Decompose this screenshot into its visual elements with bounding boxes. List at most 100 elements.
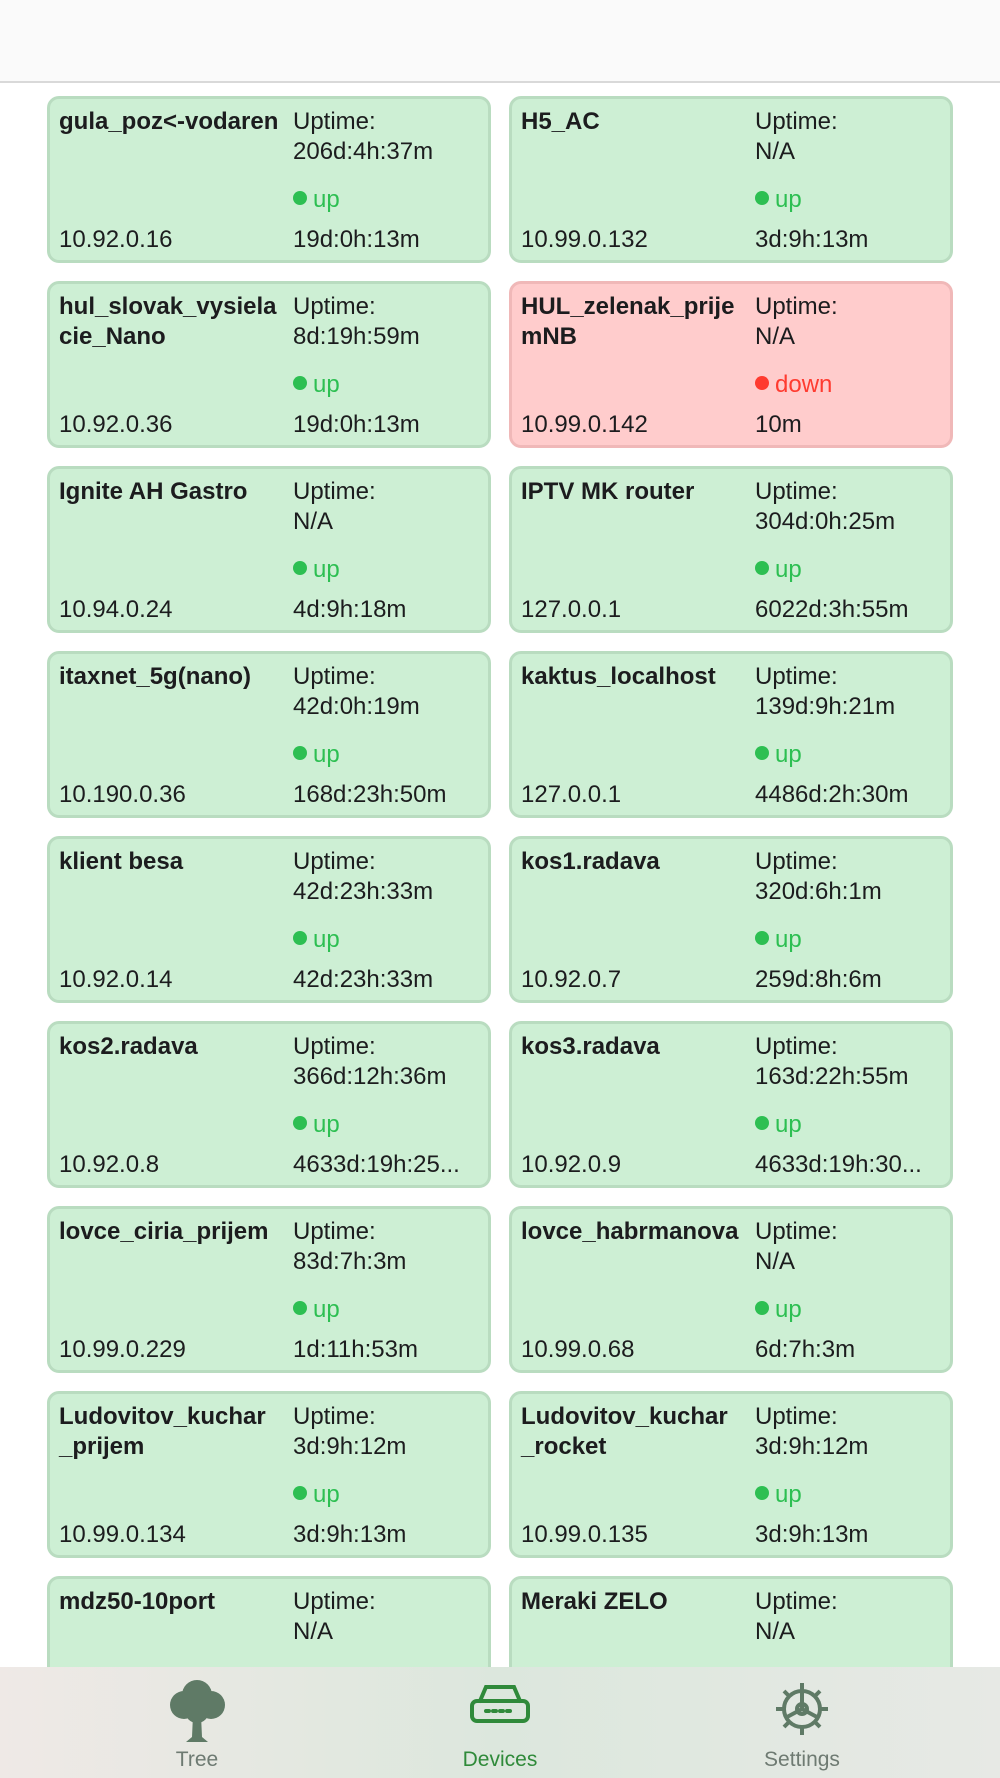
uptime-value: 163d:22h:55m (755, 1063, 909, 1090)
device-card[interactable]: kos1.radava Uptime: 320d:6h:1m up 10.92.… (509, 836, 953, 1003)
status-dot-icon (755, 191, 769, 205)
device-name: klient besa (59, 848, 184, 875)
status-indicator: up (755, 1480, 802, 1510)
device-card[interactable]: kos2.radava Uptime: 366d:12h:36m up 10.9… (47, 1021, 491, 1188)
ip-address: 10.92.0.8 (59, 1151, 160, 1178)
status-duration: 42d:23h:33m (293, 966, 434, 993)
tab-devices[interactable]: Devices (400, 1667, 600, 1778)
status-duration: 19d:0h:13m (293, 411, 420, 438)
uptime-value: 42d:0h:19m (293, 693, 420, 720)
device-card[interactable]: lovce_habrmanova Uptime: N/A up 10.99.0.… (509, 1206, 953, 1373)
ip-address: 10.94.0.24 (59, 596, 173, 623)
device-name: kos1.radava (521, 848, 660, 875)
status-duration: 3d:9h:13m (293, 1521, 407, 1548)
uptime-label: Uptime: (755, 848, 838, 875)
status-dot-icon (755, 561, 769, 575)
uptime-value: N/A (755, 1248, 796, 1275)
device-card[interactable]: Ignite AH Gastro Uptime: N/A up 10.94.0.… (47, 466, 491, 633)
status-duration: 19d:0h:13m (293, 226, 420, 253)
uptime-label: Uptime: (755, 1588, 838, 1615)
uptime-label: Uptime: (293, 478, 376, 505)
status-dot-icon (755, 1301, 769, 1315)
status-text: up (313, 1296, 340, 1323)
device-name: lovce_ciria_prijem (59, 1218, 269, 1245)
uptime-value: 42d:23h:33m (293, 878, 434, 905)
uptime-label: Uptime: (293, 1588, 376, 1615)
device-card[interactable]: klient besa Uptime: 42d:23h:33m up 10.92… (47, 836, 491, 1003)
device-card[interactable]: HUL_zelenak_prijemNB Uptime: N/A down 10… (509, 281, 953, 448)
status-text: up (775, 1111, 802, 1138)
device-name: H5_AC (521, 108, 600, 135)
ip-address: 10.99.0.132 (521, 226, 648, 253)
status-dot-icon (293, 191, 307, 205)
status-indicator: up (293, 1295, 340, 1325)
status-text: down (775, 371, 833, 398)
status-text: up (313, 926, 340, 953)
status-indicator: up (755, 1295, 802, 1325)
uptime-label: Uptime: (755, 293, 838, 320)
uptime-label: Uptime: (755, 478, 838, 505)
device-name: itaxnet_5g(nano) (59, 663, 252, 690)
tab-label: Tree (175, 1748, 219, 1771)
device-card[interactable]: IPTV MK router Uptime: 304d:0h:25m up 12… (509, 466, 953, 633)
status-text: up (775, 1481, 802, 1508)
status-text: up (775, 1296, 802, 1323)
status-indicator: up (755, 925, 802, 955)
device-name: IPTV MK router (521, 478, 695, 505)
tab-bar: Tree Devices Settings (0, 1667, 1000, 1778)
ip-address: 10.92.0.7 (521, 966, 622, 993)
status-dot-icon (293, 931, 307, 945)
status-indicator: up (293, 370, 340, 400)
device-card[interactable]: H5_AC Uptime: N/A up 10.99.0.132 3d:9h:1… (509, 96, 953, 263)
device-card[interactable]: Ludovitov_kuchar_prijem Uptime: 3d:9h:12… (47, 1391, 491, 1558)
ip-address: 10.99.0.229 (59, 1336, 186, 1363)
uptime-value: 139d:9h:21m (755, 693, 896, 720)
status-indicator: up (293, 555, 340, 585)
uptime-value: N/A (755, 323, 796, 350)
status-text: up (313, 1111, 340, 1138)
status-duration: 6022d:3h:55m (755, 596, 909, 623)
uptime-label: Uptime: (293, 1403, 376, 1430)
tab-tree[interactable]: Tree (97, 1667, 297, 1778)
uptime-value: N/A (755, 1618, 796, 1645)
uptime-label: Uptime: (293, 663, 376, 690)
status-dot-icon (293, 1116, 307, 1130)
status-dot-icon (293, 376, 307, 390)
router-icon (468, 1679, 532, 1734)
uptime-value: 366d:12h:36m (293, 1063, 447, 1090)
status-text: up (775, 556, 802, 583)
device-card[interactable]: lovce_ciria_prijem Uptime: 83d:7h:3m up … (47, 1206, 491, 1373)
device-card[interactable]: kaktus_localhost Uptime: 139d:9h:21m up … (509, 651, 953, 818)
status-text: up (775, 741, 802, 768)
device-name: hul_slovak_vysielacie_Nano (59, 293, 277, 350)
device-card[interactable]: gula_poz<-vodaren Uptime: 206d:4h:37m up… (47, 96, 491, 263)
status-indicator: up (293, 740, 340, 770)
tree-icon (164, 1679, 230, 1748)
uptime-value: 3d:9h:12m (755, 1433, 869, 1460)
uptime-value: 83d:7h:3m (293, 1248, 407, 1275)
tab-label: Devices (462, 1748, 538, 1771)
device-card[interactable]: itaxnet_5g(nano) Uptime: 42d:0h:19m up 1… (47, 651, 491, 818)
device-card[interactable]: Ludovitov_kuchar_rocket Uptime: 3d:9h:12… (509, 1391, 953, 1558)
uptime-value: 8d:19h:59m (293, 323, 420, 350)
device-card[interactable]: kos3.radava Uptime: 163d:22h:55m up 10.9… (509, 1021, 953, 1188)
gear-icon (772, 1679, 832, 1744)
uptime-label: Uptime: (293, 108, 376, 135)
status-duration: 168d:23h:50m (293, 781, 447, 808)
uptime-value: N/A (755, 138, 796, 165)
device-card[interactable]: hul_slovak_vysielacie_Nano Uptime: 8d:19… (47, 281, 491, 448)
tab-settings[interactable]: Settings (702, 1667, 902, 1778)
status-indicator: up (293, 1480, 340, 1510)
uptime-label: Uptime: (755, 108, 838, 135)
status-text: up (313, 371, 340, 398)
uptime-label: Uptime: (755, 1403, 838, 1430)
status-duration: 4633d:19h:30... (755, 1151, 922, 1178)
status-text: up (775, 186, 802, 213)
ip-address: 10.92.0.36 (59, 411, 173, 438)
device-name: kos3.radava (521, 1033, 660, 1060)
status-indicator: up (755, 555, 802, 585)
device-grid: gula_poz<-vodaren Uptime: 206d:4h:37m up… (47, 96, 953, 1743)
status-indicator: up (755, 185, 802, 215)
status-dot-icon (293, 1486, 307, 1500)
device-name: lovce_habrmanova (521, 1218, 739, 1245)
